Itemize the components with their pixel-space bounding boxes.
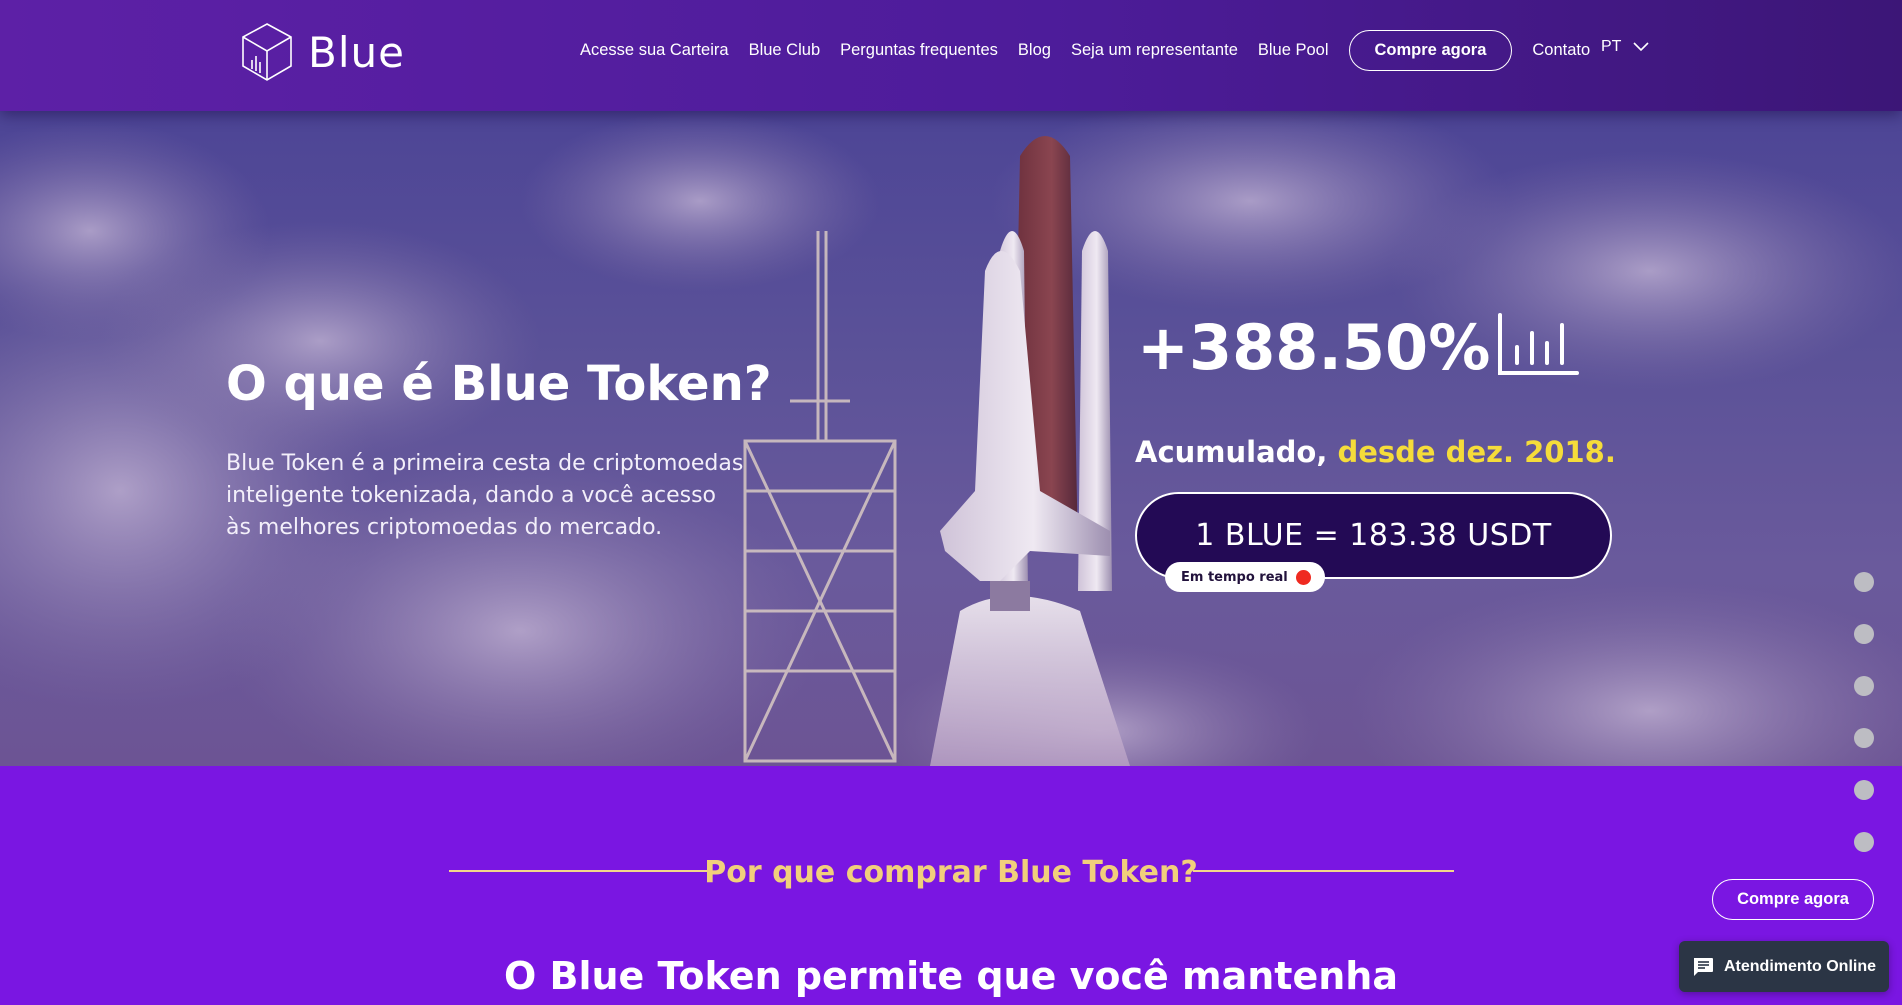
hero-title: O que é Blue Token? (226, 356, 772, 412)
chat-bubble-icon (1694, 957, 1713, 976)
online-support-label: Atendimento Online (1724, 957, 1876, 975)
nav-link-representative[interactable]: Seja um representante (1071, 41, 1238, 60)
section-pagination-dots (1854, 572, 1874, 884)
pagination-dot[interactable] (1854, 676, 1874, 696)
chevron-down-icon (1633, 42, 1650, 52)
nav-link-faq[interactable]: Perguntas frequentes (840, 41, 998, 60)
why-buy-subheading: O Blue Token permite que você mantenha (503, 954, 1398, 998)
pagination-dot[interactable] (1854, 728, 1874, 748)
why-buy-section: Por que comprar Blue Token? O Blue Token… (0, 766, 1902, 1005)
accumulated-since-date: desde dez. 2018. (1337, 435, 1616, 469)
nav-link-blog[interactable]: Blog (1018, 41, 1051, 60)
accumulated-return-value: +388.50% (1137, 311, 1491, 384)
online-support-button[interactable]: Atendimento Online (1679, 941, 1889, 992)
why-buy-heading: Por que comprar Blue Token? (704, 855, 1198, 890)
brand-name: Blue (308, 27, 405, 77)
floating-buy-now-button[interactable]: Compre agora (1712, 879, 1874, 920)
accumulated-label: Acumulado, (1135, 435, 1328, 469)
language-selector[interactable]: PT (1601, 38, 1650, 56)
nav-link-wallet[interactable]: Acesse sua Carteira (580, 41, 729, 60)
pagination-dot[interactable] (1854, 624, 1874, 644)
hero-description: Blue Token é a primeira cesta de criptom… (226, 451, 744, 540)
accumulated-since-text: Acumulado, desde dez. 2018. (1135, 435, 1616, 469)
nav-link-contact[interactable]: Contato (1532, 41, 1590, 60)
buy-now-button[interactable]: Compre agora (1348, 29, 1513, 71)
rocket-launch-image (0, 111, 1902, 766)
pagination-dot[interactable] (1854, 780, 1874, 800)
pagination-dot[interactable] (1854, 572, 1874, 592)
nav-link-blue-pool[interactable]: Blue Pool (1258, 41, 1329, 60)
brand-logo[interactable]: Blue (240, 22, 405, 82)
language-label: PT (1601, 38, 1622, 55)
nav-link-blue-club[interactable]: Blue Club (749, 41, 821, 60)
bar-chart-icon (1498, 313, 1579, 375)
hero-section: O que é Blue Token? Blue Token é a prime… (0, 111, 1902, 766)
live-indicator-dot (1295, 569, 1311, 585)
realtime-badge: Em tempo real (1165, 562, 1325, 592)
realtime-label: Em tempo real (1181, 569, 1288, 585)
pagination-dot[interactable] (1854, 832, 1874, 852)
main-menu: Acesse sua Carteira Blue Club Perguntas … (580, 0, 1610, 100)
cube-chart-logo-icon (242, 23, 292, 81)
top-navigation: Blue Acesse sua Carteira Blue Club Pergu… (0, 0, 1902, 111)
